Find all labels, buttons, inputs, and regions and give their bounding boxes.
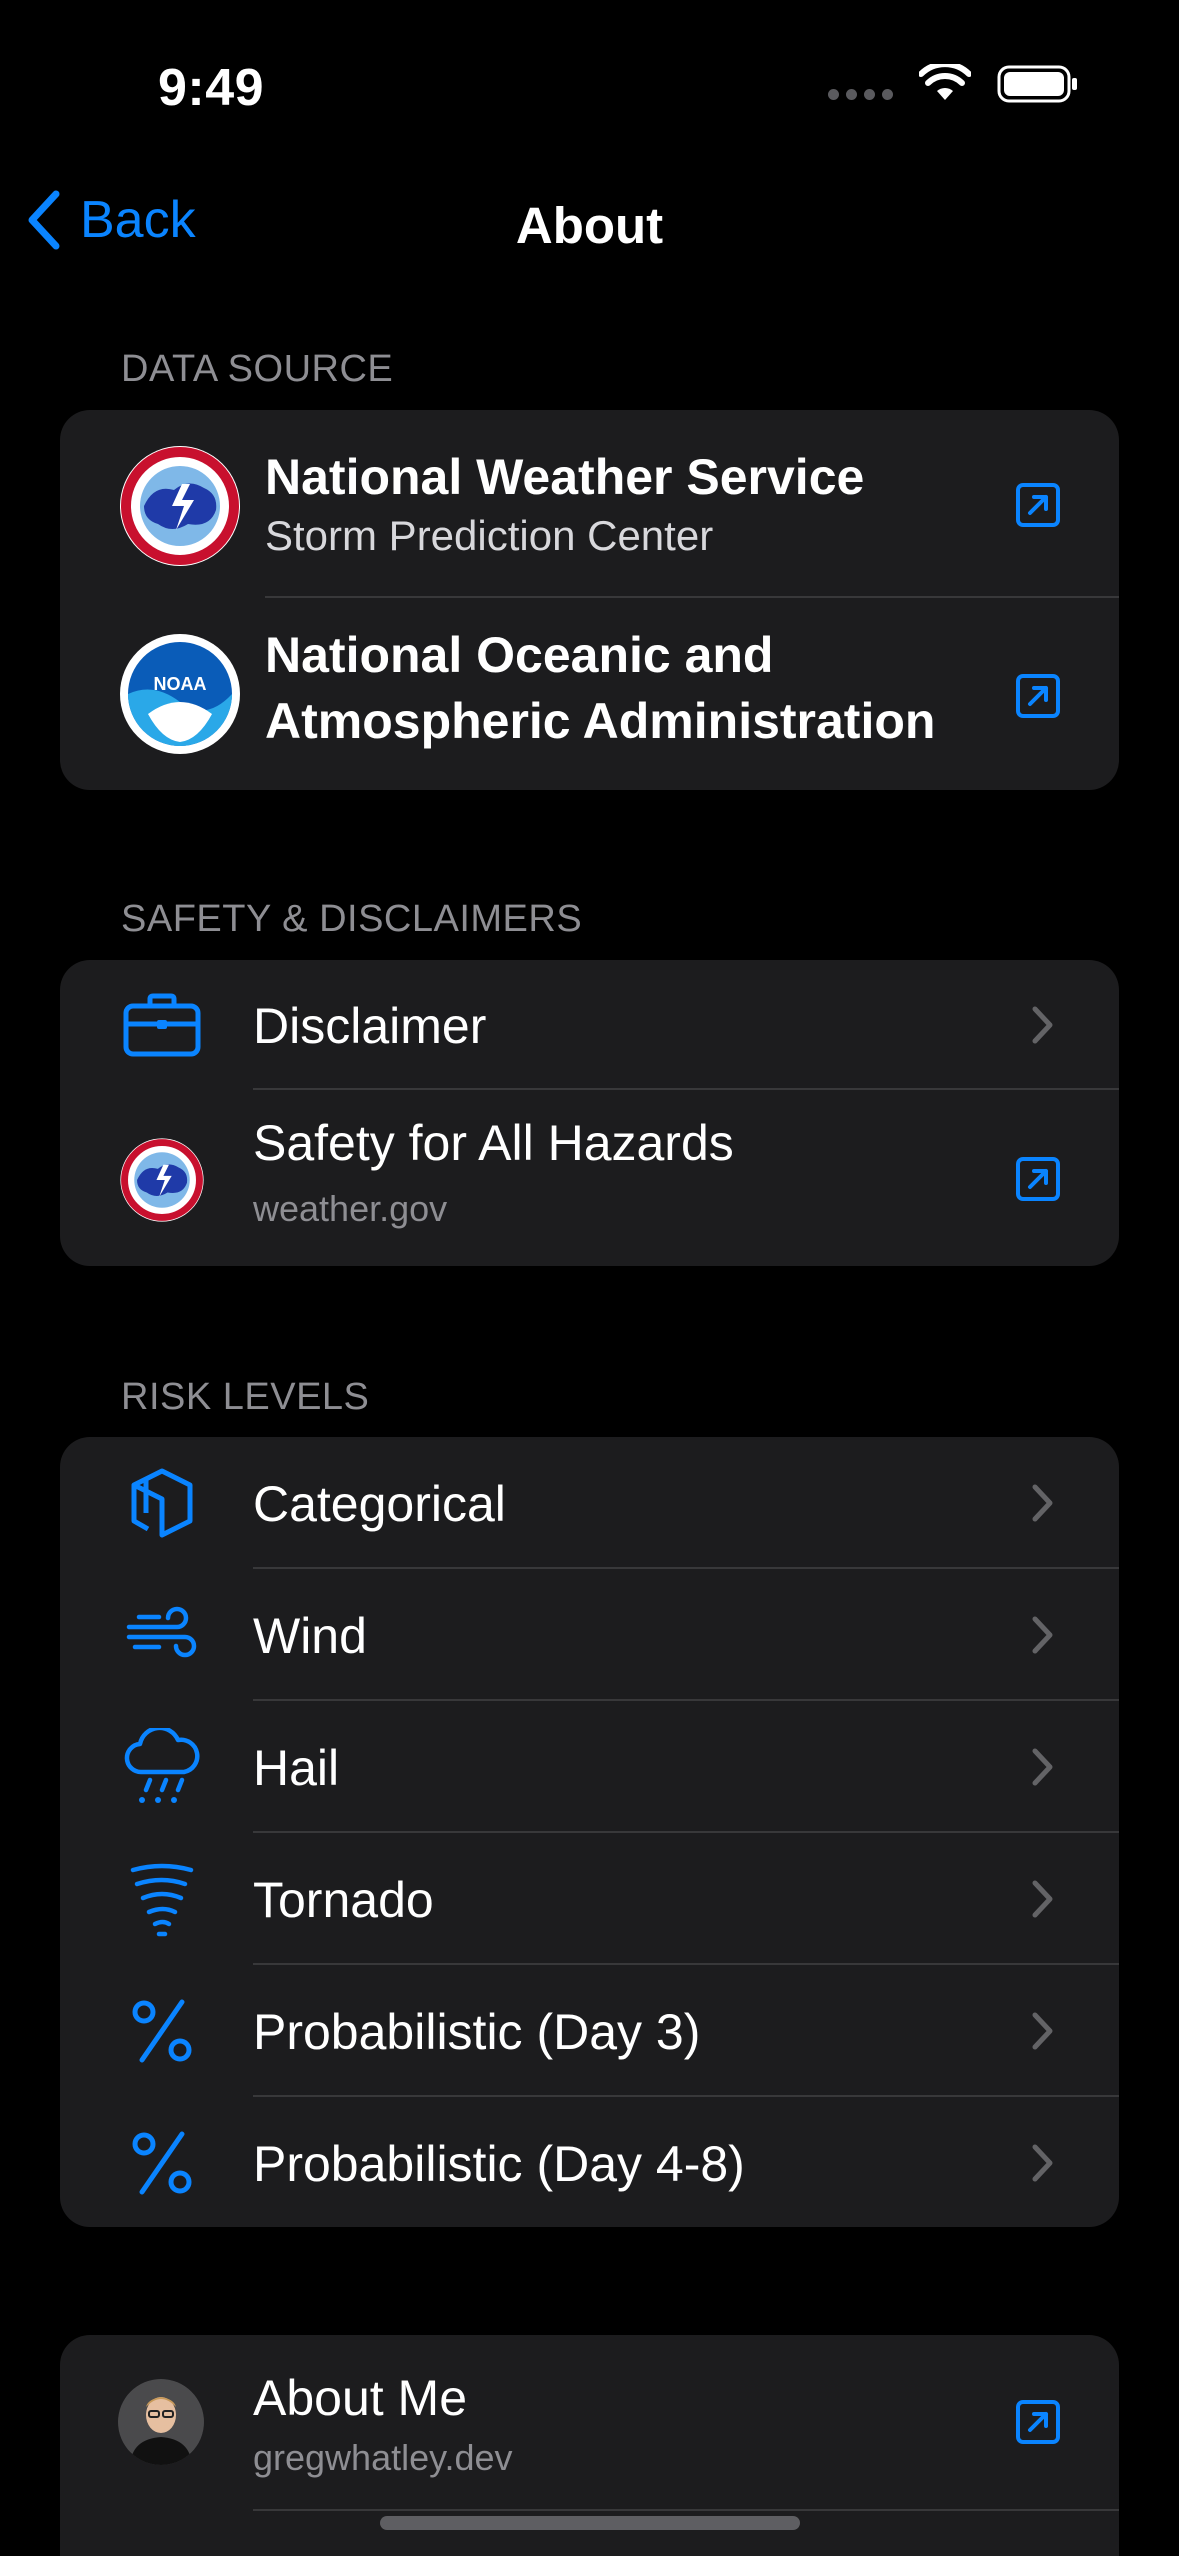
list-item-probabilistic-day3[interactable]: Probabilistic (Day 3) xyxy=(60,1965,1119,2097)
about-me-title: About Me xyxy=(253,2370,468,2426)
page-title: About xyxy=(515,197,664,254)
chevron-right-icon xyxy=(1023,1747,1063,1787)
chevron-right-icon xyxy=(1023,2011,1063,2051)
external-link-icon[interactable] xyxy=(1013,2397,1063,2447)
tornado-title: Tornado xyxy=(253,1872,434,1928)
noaa-title-line2: Atmospheric Administration xyxy=(265,693,936,749)
about-screen: 9:49 Back About DATA SOURCE National Wea… xyxy=(0,0,1179,2556)
nws-subtitle: Storm Prediction Center xyxy=(265,512,714,559)
status-indicators xyxy=(828,64,1079,104)
external-link-icon[interactable] xyxy=(1013,671,1063,721)
nws-logo xyxy=(118,444,242,568)
list-item-categorical[interactable]: Categorical xyxy=(60,1437,1119,1569)
external-link-icon[interactable] xyxy=(1013,1154,1063,1204)
probabilistic-day4-8-title: Probabilistic (Day 4-8) xyxy=(253,2136,745,2192)
avatar xyxy=(118,2379,204,2465)
categorical-title: Categorical xyxy=(253,1476,506,1532)
wind-title: Wind xyxy=(253,1608,367,1664)
nws-logo xyxy=(118,1136,206,1224)
cloud-hail-icon xyxy=(118,1725,206,1809)
safety-hazards-subtitle: weather.gov xyxy=(253,1188,448,1229)
nws-title: National Weather Service xyxy=(265,449,865,505)
list-item-disclaimer[interactable]: Disclaimer xyxy=(60,960,1119,1090)
chevron-right-icon xyxy=(1023,1879,1063,1919)
layered-squares-icon xyxy=(118,1463,206,1543)
disclaimer-title: Disclaimer xyxy=(253,998,487,1054)
svg-text:NOAA: NOAA xyxy=(154,674,207,694)
section-header-risk-levels: RISK LEVELS xyxy=(121,1376,370,1418)
chevron-right-icon xyxy=(1023,1615,1063,1655)
risk-levels-card: Categorical Wind Hail Tornado Probabilis… xyxy=(60,1437,1119,2227)
safety-hazards-title: Safety for All Hazards xyxy=(253,1115,734,1171)
list-item-about-me[interactable]: About Me gregwhatley.dev xyxy=(60,2335,1119,2511)
section-header-data-source: DATA SOURCE xyxy=(121,348,394,390)
section-header-safety: SAFETY & DISCLAIMERS xyxy=(121,898,583,940)
hail-title: Hail xyxy=(253,1740,340,1796)
list-item-hail[interactable]: Hail xyxy=(60,1701,1119,1833)
list-item-wind[interactable]: Wind xyxy=(60,1569,1119,1701)
battery-icon xyxy=(997,65,1077,103)
chevron-right-icon xyxy=(1023,1005,1063,1045)
list-item-tornado[interactable]: Tornado xyxy=(60,1833,1119,1965)
noaa-title-line1: National Oceanic and xyxy=(265,627,774,683)
list-item-probabilistic-day4-8[interactable]: Probabilistic (Day 4-8) xyxy=(60,2097,1119,2227)
noaa-logo: NOAA xyxy=(118,632,242,756)
probabilistic-day3-title: Probabilistic (Day 3) xyxy=(253,2004,701,2060)
cellular-signal-icon xyxy=(828,88,893,100)
percent-icon xyxy=(118,1993,206,2069)
external-link-icon[interactable] xyxy=(1013,480,1063,530)
safety-card: Disclaimer Safety for All Hazards weathe… xyxy=(60,960,1119,1266)
chevron-right-icon xyxy=(1023,2143,1063,2183)
list-item-noaa[interactable]: NOAA National Oceanic and Atmospheric Ad… xyxy=(60,598,1119,790)
wind-icon xyxy=(118,1599,206,1671)
list-item-safety-hazards[interactable]: Safety for All Hazards weather.gov xyxy=(60,1090,1119,1266)
about-me-subtitle: gregwhatley.dev xyxy=(253,2437,513,2478)
briefcase-icon xyxy=(118,990,206,1060)
chevron-right-icon xyxy=(1023,1483,1063,1523)
wifi-icon xyxy=(919,64,971,100)
home-indicator[interactable] xyxy=(380,2516,800,2530)
divider xyxy=(253,2509,1119,2511)
tornado-icon xyxy=(118,1857,206,1941)
status-time: 9:49 xyxy=(158,59,265,117)
data-source-card: National Weather Service Storm Predictio… xyxy=(60,410,1119,790)
list-item-nws[interactable]: National Weather Service Storm Predictio… xyxy=(60,410,1119,598)
percent-icon xyxy=(118,2125,206,2201)
